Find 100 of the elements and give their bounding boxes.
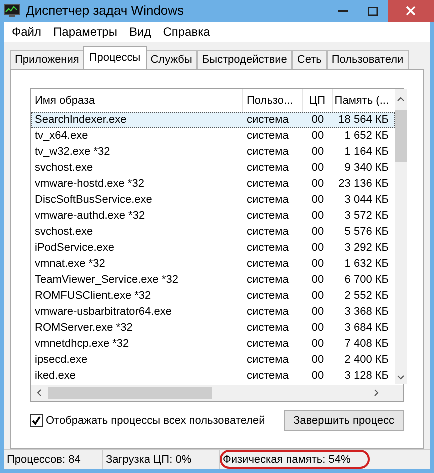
table-cell-text: система bbox=[246, 305, 290, 320]
process-row[interactable]: DiscSoftBusService.exe система 00 3 044 КБ bbox=[31, 192, 395, 208]
table-cell-text: 1 164 КБ bbox=[344, 145, 390, 160]
table-cell-text: svchost.exe bbox=[34, 225, 94, 240]
end-process-button[interactable]: Завершить процесс bbox=[284, 410, 404, 432]
table-cell-text: 00 bbox=[310, 113, 326, 128]
table-cell-text: vmware-usbarbitrator64.exe bbox=[34, 305, 173, 320]
minimize-icon bbox=[338, 10, 348, 12]
table-cell-text: 18 564 КБ bbox=[338, 113, 390, 128]
column-header[interactable]: Память (... bbox=[333, 89, 395, 112]
process-row[interactable]: tv_x64.exe система 00 1 652 КБ bbox=[31, 128, 395, 144]
table-cell-text: 00 bbox=[310, 177, 326, 192]
table-cell-text: 3 128 КБ bbox=[344, 369, 390, 384]
table-cell-text: svchost.exe bbox=[34, 161, 94, 176]
table-cell-text: 00 bbox=[310, 321, 326, 336]
table-cell-text: 00 bbox=[310, 161, 326, 176]
table-cell-text: 00 bbox=[310, 353, 326, 368]
scroll-thumb[interactable] bbox=[395, 110, 407, 162]
table-cell-text: 00 bbox=[310, 289, 326, 304]
table-cell-text: tv_w32.exe *32 bbox=[34, 145, 112, 160]
tab[interactable]: Службы bbox=[146, 50, 198, 70]
table-cell-text: DiscSoftBusService.exe bbox=[34, 193, 154, 208]
table-cell-text: система bbox=[246, 273, 290, 288]
table-cell-text: 00 bbox=[310, 209, 326, 224]
table-cell-text: система bbox=[246, 353, 290, 368]
table-cell-text: 6 700 КБ bbox=[344, 273, 390, 288]
scroll-thumb[interactable] bbox=[48, 387, 212, 400]
process-row[interactable]: vmware-authd.exe *32 система 00 3 572 КБ bbox=[31, 208, 395, 224]
table-cell-text: 00 bbox=[310, 273, 326, 288]
table-cell-text: система bbox=[246, 337, 290, 352]
process-row[interactable]: ROMServer.exe *32 система 00 3 684 КБ bbox=[31, 320, 395, 336]
process-row[interactable]: svchost.exe система 00 9 340 КБ bbox=[31, 160, 395, 176]
tab[interactable]: Сеть bbox=[292, 50, 327, 70]
table-cell-text: vmnat.exe *32 bbox=[34, 257, 106, 272]
table-cell-text: система bbox=[246, 289, 290, 304]
menu-item[interactable]: Файл bbox=[12, 23, 42, 42]
table-cell-text: система bbox=[246, 369, 290, 384]
vertical-scrollbar[interactable] bbox=[395, 89, 407, 384]
menu-item[interactable]: Вид bbox=[129, 23, 152, 42]
process-row[interactable]: vmnat.exe *32 система 00 1 632 КБ bbox=[31, 256, 395, 272]
table-cell-text: система bbox=[246, 193, 290, 208]
table-cell-text: 00 bbox=[310, 337, 326, 352]
table-cell-text: 1 652 КБ bbox=[344, 129, 390, 144]
process-row[interactable]: iPodService.exe система 00 3 292 КБ bbox=[31, 240, 395, 256]
table-cell-text: 00 bbox=[310, 145, 326, 160]
table-cell-text: система bbox=[246, 161, 290, 176]
menu-item[interactable]: Справка bbox=[163, 23, 210, 42]
table-cell-text: 3 292 КБ bbox=[344, 241, 390, 256]
process-row[interactable]: ipsecd.exe система 00 2 400 КБ bbox=[31, 352, 395, 368]
table-cell-text: SearchIndexer.exe bbox=[34, 113, 128, 128]
process-row[interactable]: vmnetdhcp.exe *32 система 00 7 408 КБ bbox=[31, 336, 395, 352]
table-cell-text: tv_x64.exe bbox=[34, 129, 90, 144]
maximize-icon bbox=[368, 6, 378, 16]
table-cell-text: 3 684 КБ bbox=[344, 321, 390, 336]
tab[interactable]: Приложения bbox=[10, 50, 84, 70]
process-row[interactable]: vmware-hostd.exe *32 система 00 23 136 КБ bbox=[31, 176, 395, 192]
table-cell-text: система bbox=[246, 241, 290, 256]
table-cell-text: система bbox=[246, 177, 290, 192]
table-cell-text: 5 576 КБ bbox=[344, 225, 390, 240]
table-cell-text: iPodService.exe bbox=[34, 241, 116, 256]
process-row[interactable]: svchost.exe система 00 5 576 КБ bbox=[31, 224, 395, 240]
table-cell-text: 23 136 КБ bbox=[338, 177, 390, 192]
process-row[interactable]: TeamViewer_Service.exe *32 система 00 6 700 КБ bbox=[31, 272, 395, 288]
table-cell-text: ROMFUSClient.exe *32 bbox=[34, 289, 152, 304]
process-row[interactable]: SearchIndexer.exe система 00 18 564 КБ bbox=[31, 112, 395, 128]
table-cell-text: система bbox=[246, 145, 290, 160]
table-cell-text: система bbox=[246, 129, 290, 144]
table-cell-text: 9 340 КБ bbox=[344, 161, 390, 176]
table-cell-text: система bbox=[246, 209, 290, 224]
close-button[interactable] bbox=[388, 0, 434, 22]
table-cell-text: 2 400 КБ bbox=[344, 353, 390, 368]
table-cell-text: TeamViewer_Service.exe *32 bbox=[34, 273, 180, 288]
checkbox-label: Отображать процессы всех пользователей bbox=[46, 414, 266, 429]
horizontal-scrollbar[interactable] bbox=[31, 385, 403, 402]
table-cell-text: 00 bbox=[310, 305, 326, 320]
tab[interactable]: Быстродействие bbox=[197, 50, 292, 70]
tab[interactable]: Процессы bbox=[83, 46, 147, 70]
process-row[interactable]: ROMFUSClient.exe *32 система 00 2 552 КБ bbox=[31, 288, 395, 304]
status-text: Процессов: 84 bbox=[4, 450, 103, 470]
process-row[interactable]: iked.exe система 00 3 128 КБ bbox=[31, 368, 395, 384]
table-cell-text: 00 bbox=[310, 257, 326, 272]
table-cell-text: система bbox=[246, 257, 290, 272]
process-row[interactable]: tv_w32.exe *32 система 00 1 164 КБ bbox=[31, 144, 395, 160]
tab[interactable]: Пользователи bbox=[326, 50, 409, 70]
status-text: Загрузка ЦП: 0% bbox=[103, 450, 220, 470]
table-cell-text: 3 368 КБ bbox=[344, 305, 390, 320]
monitor-icon bbox=[4, 4, 20, 18]
table-cell-text: 3 044 КБ bbox=[344, 193, 390, 208]
checkbox[interactable] bbox=[30, 414, 43, 428]
table-cell-text: 00 bbox=[310, 369, 326, 384]
table-cell-text: система bbox=[246, 113, 290, 128]
menu-item[interactable]: Параметры bbox=[54, 23, 118, 42]
table-cell-text: vmware-hostd.exe *32 bbox=[34, 177, 146, 192]
table-cell-text: vmware-authd.exe *32 bbox=[34, 209, 146, 224]
process-row[interactable]: vmware-usbarbitrator64.exe система 00 3 368 КБ bbox=[31, 304, 395, 320]
window-title: Диспетчер задач Windows bbox=[26, 2, 184, 20]
table-cell-text: 2 552 КБ bbox=[344, 289, 390, 304]
table-cell-text: 00 bbox=[310, 225, 326, 240]
checkmark-icon bbox=[32, 416, 41, 426]
table-cell-text: 7 408 КБ bbox=[344, 337, 390, 352]
